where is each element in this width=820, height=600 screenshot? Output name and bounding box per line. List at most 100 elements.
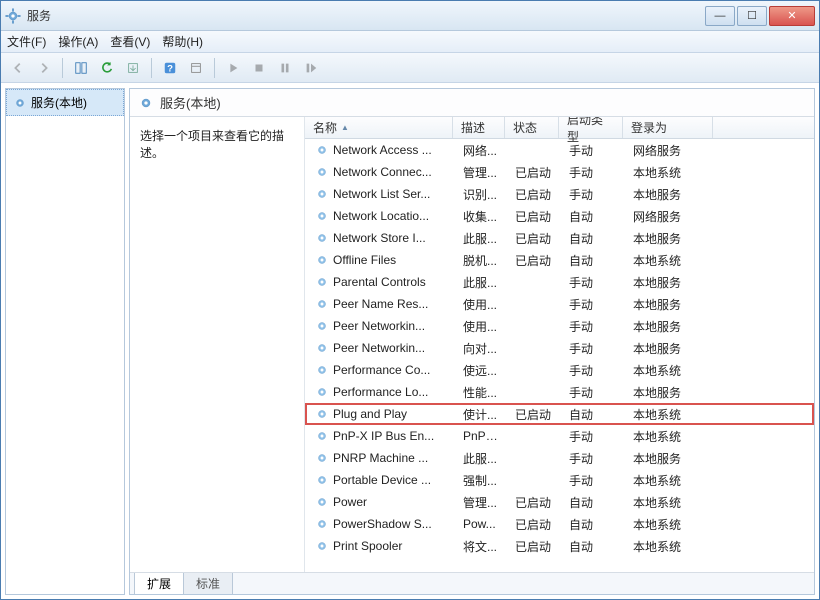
- menu-help[interactable]: 帮助(H): [162, 33, 203, 50]
- service-row[interactable]: Portable Device ...强制... 手动本地系统: [305, 469, 814, 491]
- service-list: 名称▲ 描述 状态 启动类型 登录为 Network Access ...网络.…: [305, 117, 814, 572]
- service-row[interactable]: Network Connec...管理...已启动手动本地系统: [305, 161, 814, 183]
- service-row[interactable]: Peer Networkin...使用...手动本地服务: [305, 315, 814, 337]
- tab-standard[interactable]: 标准: [183, 573, 233, 595]
- service-icon: [315, 297, 329, 311]
- cell-description: 使用...: [455, 318, 507, 335]
- service-row[interactable]: PnP-X IP Bus En...PnP-...手动本地系统: [305, 425, 814, 447]
- restart-service-button[interactable]: [300, 57, 322, 79]
- services-app-icon: [5, 8, 21, 24]
- tab-extended[interactable]: 扩展: [134, 573, 184, 595]
- service-row[interactable]: PowerShadow S...Pow...已启动自动本地系统: [305, 513, 814, 535]
- list-body[interactable]: Network Access ...网络...手动网络服务Network Con…: [305, 139, 814, 572]
- column-header-status[interactable]: 状态: [505, 117, 559, 138]
- gear-icon: [138, 95, 154, 111]
- cell-description: 管理...: [455, 494, 507, 511]
- service-row[interactable]: Parental Controls此服...手动本地服务: [305, 271, 814, 293]
- maximize-button[interactable]: ☐: [737, 6, 767, 26]
- column-header-logon[interactable]: 登录为: [623, 117, 713, 138]
- show-hide-tree-button[interactable]: [70, 57, 92, 79]
- cell-logon: 本地系统: [625, 472, 715, 489]
- cell-description: 使计...: [455, 406, 507, 423]
- sort-asc-icon: ▲: [341, 123, 349, 132]
- service-row[interactable]: PNRP Machine ...此服...手动本地服务: [305, 447, 814, 469]
- cell-description: 使用...: [455, 296, 507, 313]
- back-button[interactable]: [7, 57, 29, 79]
- service-row[interactable]: Plug and Play使计...已启动自动本地系统: [305, 403, 814, 425]
- cell-logon: 网络服务: [625, 142, 715, 159]
- service-icon: [315, 363, 329, 377]
- service-icon: [315, 187, 329, 201]
- cell-description: 此服...: [455, 230, 507, 247]
- column-header-name[interactable]: 名称▲: [305, 117, 453, 138]
- pause-service-button[interactable]: [274, 57, 296, 79]
- service-row[interactable]: Performance Co...使远...手动本地系统: [305, 359, 814, 381]
- help-button[interactable]: ?: [159, 57, 181, 79]
- start-service-button[interactable]: [222, 57, 244, 79]
- cell-name: Network Locatio...: [307, 209, 455, 223]
- cell-name: Plug and Play: [307, 407, 455, 421]
- cell-name: Peer Networkin...: [307, 319, 455, 333]
- cell-description: 此服...: [455, 450, 507, 467]
- cell-startup: 手动: [561, 164, 625, 181]
- cell-startup: 自动: [561, 494, 625, 511]
- tree-root-services-local[interactable]: 服务(本地): [6, 89, 124, 116]
- menu-action[interactable]: 操作(A): [58, 33, 98, 50]
- cell-name: Power: [307, 495, 455, 509]
- cell-description: 强制...: [455, 472, 507, 489]
- titlebar: 服务 — ☐ ✕: [1, 1, 819, 31]
- cell-name: Portable Device ...: [307, 473, 455, 487]
- console-tree-pane: 服务(本地): [5, 88, 125, 595]
- service-row[interactable]: Network Locatio...收集...已启动自动网络服务: [305, 205, 814, 227]
- stop-service-button[interactable]: [248, 57, 270, 79]
- services-window: 服务 — ☐ ✕ 文件(F) 操作(A) 查看(V) 帮助(H) ?: [0, 0, 820, 600]
- cell-status: 已启动: [507, 186, 561, 203]
- toolbar-separator: [151, 58, 152, 78]
- pane-header-title: 服务(本地): [160, 93, 221, 112]
- cell-logon: 本地系统: [625, 164, 715, 181]
- gear-icon: [13, 96, 27, 110]
- service-icon: [315, 473, 329, 487]
- service-row[interactable]: Performance Lo...性能...手动本地服务: [305, 381, 814, 403]
- cell-startup: 手动: [561, 472, 625, 489]
- window-buttons: — ☐ ✕: [703, 6, 815, 26]
- service-icon: [315, 231, 329, 245]
- cell-description: Pow...: [455, 517, 507, 531]
- column-header-description[interactable]: 描述: [453, 117, 505, 138]
- export-list-button[interactable]: [122, 57, 144, 79]
- service-row[interactable]: Power管理...已启动自动本地系统: [305, 491, 814, 513]
- service-icon: [315, 209, 329, 223]
- forward-button[interactable]: [33, 57, 55, 79]
- service-row[interactable]: Peer Name Res...使用...手动本地服务: [305, 293, 814, 315]
- refresh-button[interactable]: [96, 57, 118, 79]
- toolbar: ?: [1, 53, 819, 83]
- service-row[interactable]: Network List Ser...识别...已启动手动本地服务: [305, 183, 814, 205]
- cell-logon: 本地服务: [625, 340, 715, 357]
- menu-file[interactable]: 文件(F): [7, 33, 46, 50]
- menu-view[interactable]: 查看(V): [110, 33, 150, 50]
- cell-logon: 本地服务: [625, 384, 715, 401]
- close-button[interactable]: ✕: [769, 6, 815, 26]
- minimize-button[interactable]: —: [705, 6, 735, 26]
- toolbar-separator: [62, 58, 63, 78]
- service-row[interactable]: Network Access ...网络...手动网络服务: [305, 139, 814, 161]
- cell-description: 将文...: [455, 538, 507, 555]
- service-row[interactable]: Print Spooler将文...已启动自动本地系统: [305, 535, 814, 557]
- service-row[interactable]: Peer Networkin...向对...手动本地服务: [305, 337, 814, 359]
- cell-description: 性能...: [455, 384, 507, 401]
- cell-startup: 手动: [561, 142, 625, 159]
- cell-startup: 自动: [561, 230, 625, 247]
- properties-button[interactable]: [185, 57, 207, 79]
- cell-logon: 本地系统: [625, 406, 715, 423]
- cell-description: 使远...: [455, 362, 507, 379]
- cell-name: PowerShadow S...: [307, 517, 455, 531]
- cell-description: 网络...: [455, 142, 507, 159]
- cell-name: Network List Ser...: [307, 187, 455, 201]
- cell-name: Offline Files: [307, 253, 455, 267]
- service-row[interactable]: Offline Files脱机...已启动自动本地系统: [305, 249, 814, 271]
- service-icon: [315, 341, 329, 355]
- column-header-startup[interactable]: 启动类型: [559, 117, 623, 138]
- service-row[interactable]: Network Store I...此服...已启动自动本地服务: [305, 227, 814, 249]
- service-icon: [315, 253, 329, 267]
- cell-name: Performance Co...: [307, 363, 455, 377]
